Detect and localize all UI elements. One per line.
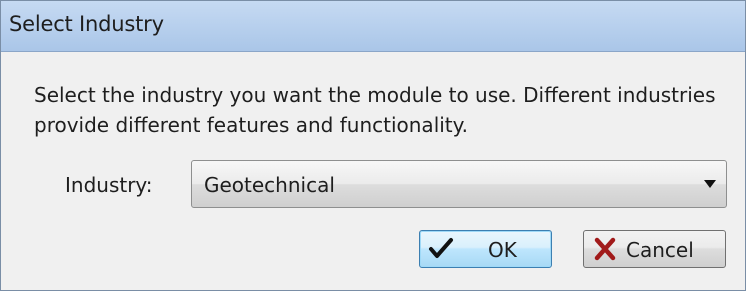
cancel-button[interactable]: Cancel: [583, 230, 726, 268]
cancel-button-label: Cancel: [626, 238, 694, 262]
select-industry-dialog: Select Industry Select the industry you …: [0, 0, 746, 291]
x-icon: [594, 237, 616, 261]
checkmark-icon: [429, 238, 453, 258]
ok-button-label: OK: [488, 238, 517, 262]
industry-selected-value: Geotechnical: [204, 173, 335, 197]
dialog-body: Select the industry you want the module …: [1, 52, 745, 290]
industry-dropdown[interactable]: Geotechnical: [191, 160, 727, 208]
industry-label: Industry:: [65, 173, 153, 197]
title-bar[interactable]: Select Industry: [1, 1, 745, 52]
dropdown-arrow-icon: [704, 180, 716, 188]
window-title: Select Industry: [9, 12, 164, 36]
description-text: Select the industry you want the module …: [34, 83, 716, 137]
ok-button[interactable]: OK: [419, 230, 552, 268]
